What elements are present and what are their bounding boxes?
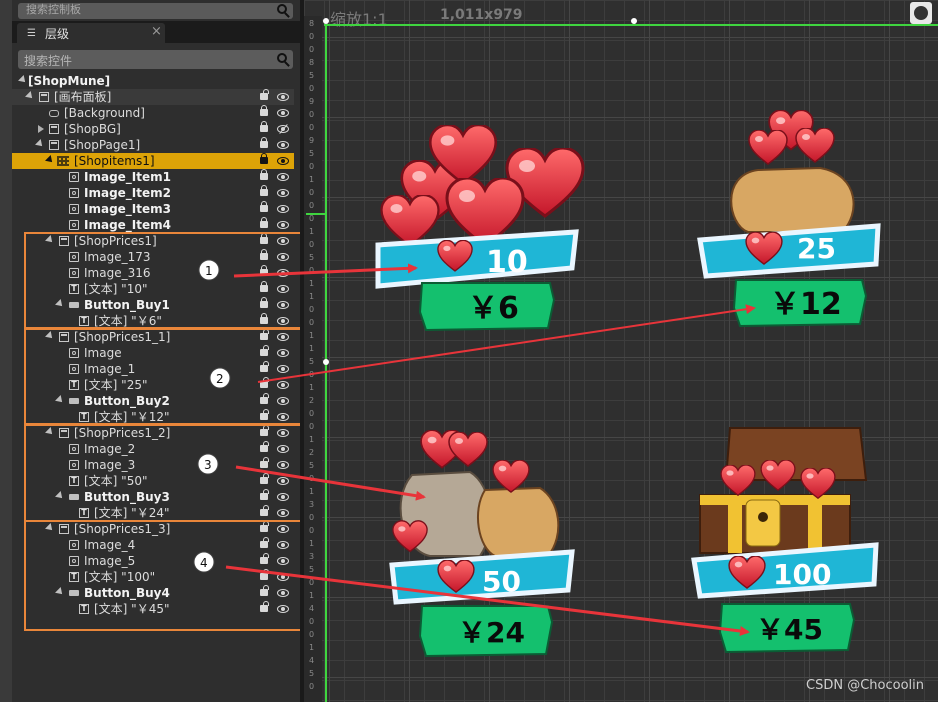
hearts-pile-icon: [380, 125, 585, 248]
treasure-chest-icon: [699, 427, 868, 554]
callout-number: 2: [216, 372, 224, 386]
price-text: ￥45: [756, 613, 823, 646]
count-text: 100: [773, 558, 831, 591]
price-text: ￥6: [468, 291, 519, 326]
price-text: ￥12: [770, 287, 842, 322]
callout-1: 1: [198, 259, 220, 281]
shop-item-4[interactable]: 100 ￥45: [691, 427, 879, 654]
count-text: 10: [486, 245, 528, 280]
callout-3: 3: [197, 453, 219, 475]
resize-handle: [631, 18, 637, 24]
callout-2: 2: [209, 367, 231, 389]
resize-handle: [323, 18, 329, 24]
price-text: ￥24: [458, 616, 525, 649]
callout-number: 3: [204, 458, 212, 472]
heart-sacks-icon: [392, 430, 560, 557]
arrow-3: [235, 465, 426, 501]
count-text: 25: [797, 232, 836, 265]
count-text: 50: [482, 565, 521, 598]
callout-number: 1: [205, 264, 213, 278]
heart-sack-icon: [730, 110, 855, 233]
watermark: CSDN @Chocoolin: [806, 678, 924, 693]
shop-item-1[interactable]: 10 ￥6: [375, 125, 585, 332]
callout-4: 4: [193, 551, 215, 573]
shop-item-2[interactable]: 25 ￥12: [697, 110, 881, 328]
shop-item-3[interactable]: 50 ￥24: [389, 430, 575, 658]
count-banner: [697, 223, 881, 279]
callout-number: 4: [200, 556, 208, 570]
resize-handle: [323, 359, 329, 365]
canvas-overlay: 10 ￥6 25 ￥12 50 ￥24 100 ￥45 1 2 3 4: [193, 18, 938, 702]
